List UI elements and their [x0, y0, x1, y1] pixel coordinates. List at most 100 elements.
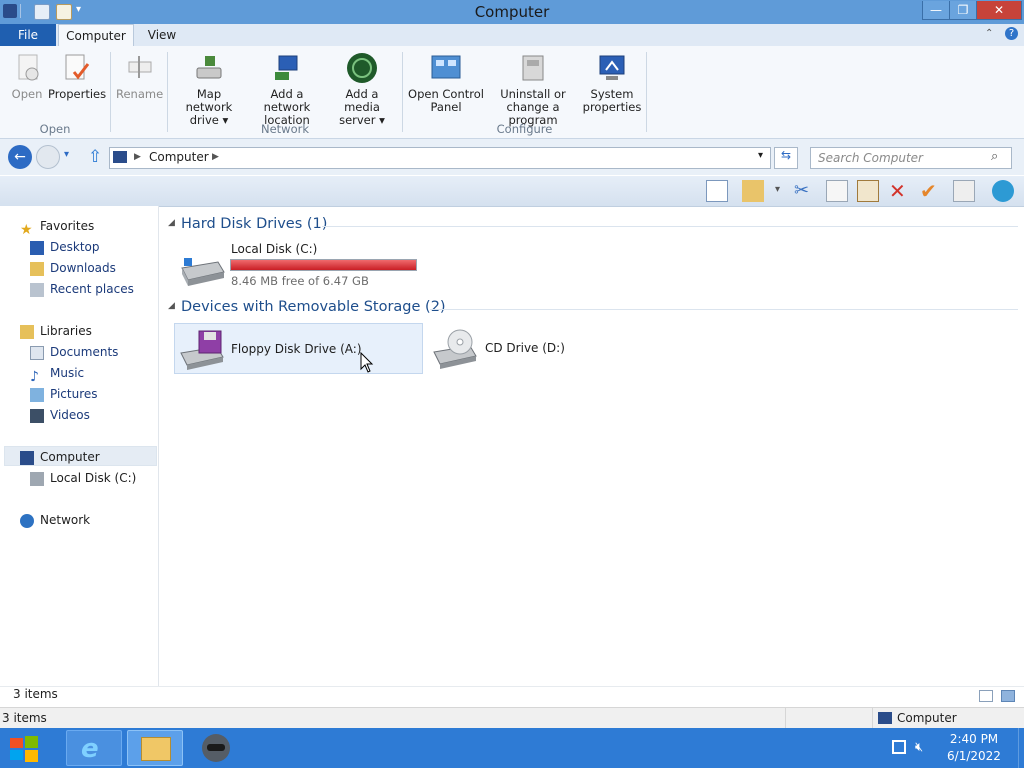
system-properties-button[interactable]: System properties: [582, 52, 642, 114]
globe-icon[interactable]: [992, 180, 1014, 202]
maximize-button[interactable]: ❐: [949, 1, 977, 20]
rename-button[interactable]: Rename: [116, 52, 164, 101]
show-desktop-button[interactable]: [1018, 728, 1024, 768]
open-button[interactable]: Open: [6, 52, 48, 101]
rename-label: Rename: [116, 87, 164, 101]
collapse-removable-group-icon[interactable]: ◢: [168, 301, 175, 311]
add-media-server-label-1: Add a media: [344, 87, 380, 114]
tab-file[interactable]: File: [0, 24, 56, 46]
nav-videos[interactable]: Videos: [30, 405, 90, 425]
collapse-hard-disk-group-icon[interactable]: ◢: [168, 218, 175, 228]
uninstall-icon: [517, 52, 549, 84]
copy-icon[interactable]: [826, 180, 848, 202]
nav-network[interactable]: Network: [20, 510, 90, 530]
recent-locations-chevron-icon[interactable]: ▾: [64, 149, 69, 160]
add-network-location-button[interactable]: Add a network location: [247, 52, 327, 127]
properties-button[interactable]: Properties: [48, 52, 107, 101]
nav-pictures-label: Pictures: [50, 387, 98, 401]
network-tray-icon[interactable]: [892, 740, 906, 754]
tab-computer[interactable]: Computer: [58, 24, 134, 48]
nav-documents[interactable]: Documents: [30, 342, 118, 362]
group-divider: [430, 309, 1018, 310]
back-arrow-icon[interactable]: ←: [8, 145, 32, 169]
nav-music-label: Music: [50, 366, 85, 380]
paste-icon[interactable]: [857, 180, 879, 202]
details-view-icon[interactable]: [979, 690, 993, 702]
address-bar-row: ← ▾ ⇧ ▶ Computer ▶ ▾ ⇆ Search Computer ⌕: [0, 139, 1024, 175]
nav-local-disk[interactable]: Local Disk (C:): [30, 468, 136, 488]
search-field[interactable]: Search Computer ⌕: [810, 147, 1012, 169]
minimize-ribbon-icon[interactable]: ⌃: [985, 28, 993, 39]
taskbar-file-explorer[interactable]: [127, 730, 183, 766]
breadcrumb-separator-icon[interactable]: ▶: [134, 152, 141, 162]
map-network-drive-label-1: Map network: [185, 87, 233, 114]
help-icon[interactable]: ?: [1005, 27, 1018, 40]
nav-computer[interactable]: Computer: [20, 447, 100, 467]
nav-desktop[interactable]: Desktop: [30, 237, 100, 257]
local-disk-icon: [30, 471, 44, 486]
nav-favorites[interactable]: ★ Favorites: [20, 216, 95, 238]
videos-icon: [30, 408, 44, 423]
taskbar: e 🔇︎ 2:40 PM 6/1/2022: [0, 728, 1024, 768]
folder-options-icon[interactable]: [742, 180, 764, 202]
start-windows-icon[interactable]: [10, 736, 40, 765]
taskbar-internet-explorer[interactable]: e: [66, 730, 122, 766]
address-field[interactable]: ▶ Computer ▶ ▾: [109, 147, 771, 169]
documents-icon: [30, 345, 44, 360]
delete-icon[interactable]: ✕: [889, 180, 911, 202]
close-button[interactable]: ✕: [976, 1, 1022, 20]
cd-drive-item[interactable]: CD Drive (D:): [428, 323, 678, 374]
open-control-panel-button[interactable]: Open Control Panel: [408, 52, 484, 114]
address-dropdown-icon[interactable]: ▾: [758, 150, 763, 161]
media-server-icon: [346, 52, 378, 84]
properties-label: Properties: [48, 87, 107, 101]
forward-arrow-icon[interactable]: [36, 145, 60, 169]
select-icon[interactable]: ✔: [920, 180, 942, 202]
ribbon: Open Properties Rename Open Map network …: [0, 46, 1024, 139]
clock-date[interactable]: 6/1/2022: [944, 749, 1004, 763]
rename-cmd-icon[interactable]: [953, 180, 975, 202]
search-placeholder[interactable]: Search Computer: [818, 151, 923, 165]
up-arrow-icon[interactable]: ⇧: [88, 147, 102, 167]
nav-music[interactable]: ♪ Music: [30, 363, 85, 385]
disk-usage-bar: [230, 259, 417, 271]
options-dropdown-icon[interactable]: ▾: [775, 184, 780, 195]
group-separator: [646, 52, 647, 132]
breadcrumb-computer[interactable]: Computer: [149, 150, 209, 164]
nav-favorites-label: Favorites: [40, 219, 95, 233]
floppy-drive-item[interactable]: Floppy Disk Drive (A:): [174, 323, 423, 374]
hard-disk-group-title[interactable]: Hard Disk Drives (1): [181, 216, 327, 232]
map-network-drive-button[interactable]: Map network drive ▾: [172, 52, 246, 127]
volume-muted-icon[interactable]: 🔇︎: [915, 740, 923, 755]
nav-documents-label: Documents: [50, 345, 119, 359]
refresh-icon[interactable]: ⇆: [774, 147, 798, 169]
add-media-server-button[interactable]: Add a media server ▾: [328, 52, 396, 127]
taskbar-app[interactable]: [188, 730, 244, 766]
local-disk-item[interactable]: Local Disk (C:) 8.46 MB free of 6.47 GB: [176, 240, 426, 290]
nav-recent-places[interactable]: Recent places: [30, 279, 134, 299]
preview-pane-icon[interactable]: [706, 180, 728, 202]
nav-pictures[interactable]: Pictures: [30, 384, 98, 404]
nav-desktop-label: Desktop: [50, 240, 100, 254]
nav-recent-places-label: Recent places: [50, 282, 134, 296]
floppy-drive-name: Floppy Disk Drive (A:): [231, 342, 362, 356]
star-icon: ★: [20, 221, 33, 238]
breadcrumb-chevron-icon[interactable]: ▶: [212, 152, 219, 162]
computer-icon: [878, 712, 892, 724]
file-explorer-icon: [141, 737, 171, 761]
add-network-location-label-1: Add a network: [263, 87, 311, 114]
pictures-icon: [30, 387, 44, 402]
large-icons-view-icon[interactable]: [1001, 690, 1015, 702]
uninstall-program-button[interactable]: Uninstall or change a program: [485, 52, 581, 127]
nav-libraries[interactable]: Libraries: [20, 321, 92, 341]
desktop-icon: [30, 240, 44, 255]
nav-videos-label: Videos: [50, 408, 90, 422]
clock-time[interactable]: 2:40 PM: [944, 732, 1004, 746]
minimize-button[interactable]: —: [922, 1, 950, 20]
nav-downloads[interactable]: Downloads: [30, 258, 116, 278]
search-icon[interactable]: ⌕: [991, 149, 998, 164]
removable-group-title[interactable]: Devices with Removable Storage (2): [181, 299, 446, 315]
navigation-pane: ★ Favorites Desktop Downloads Recent plac…: [0, 206, 159, 686]
cut-icon[interactable]: ✂: [794, 180, 816, 202]
tab-view[interactable]: View: [140, 24, 184, 46]
